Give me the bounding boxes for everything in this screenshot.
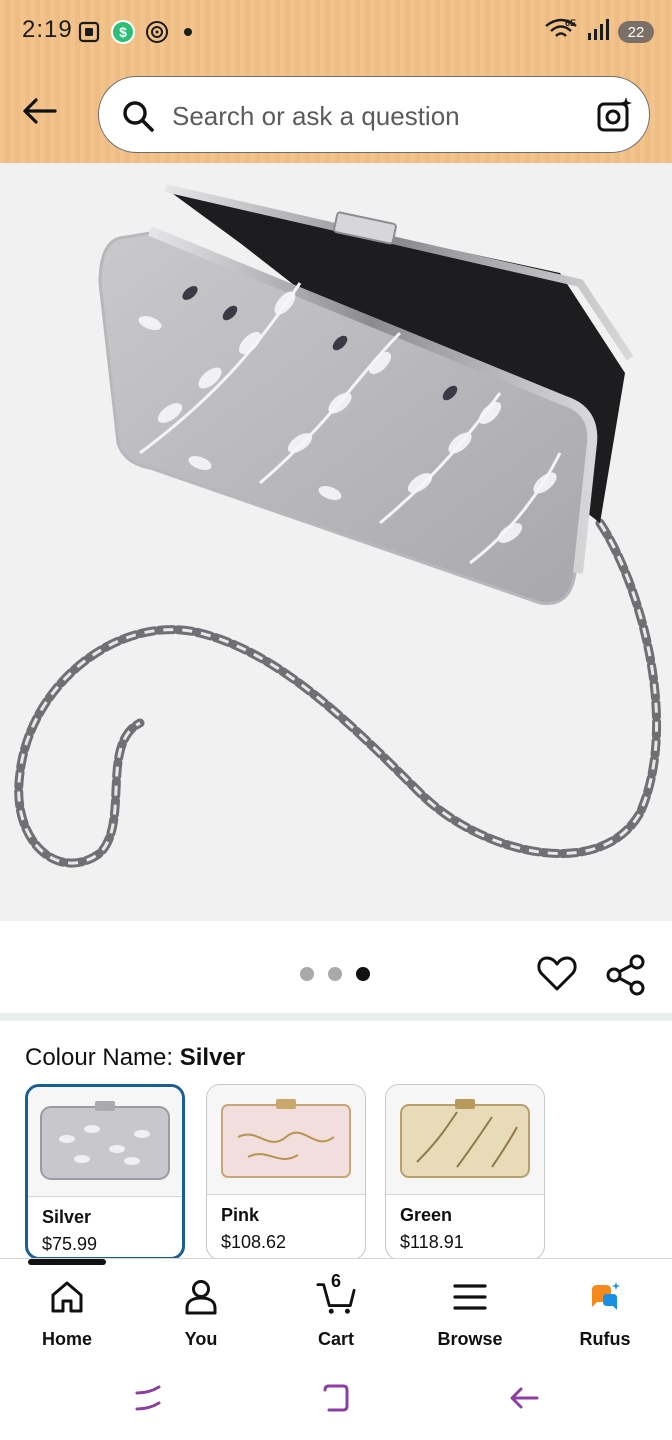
image-pagination <box>300 967 370 981</box>
back-system-button[interactable] <box>504 1378 544 1418</box>
battery-indicator: 22 <box>618 21 654 43</box>
screenshot-icon <box>76 19 102 45</box>
share-icon <box>606 954 645 996</box>
colour-swatch-pink[interactable]: Pink $108.62 <box>206 1084 366 1260</box>
pagination-dot-active[interactable] <box>356 967 370 981</box>
colour-label-prefix: Colour Name: <box>25 1044 180 1071</box>
rufus-icon <box>585 1277 625 1317</box>
nav-cart[interactable]: 6 Cart <box>281 1271 391 1353</box>
status-notification-icons: $ <box>76 18 192 46</box>
swatch-price: $75.99 <box>42 1234 98 1254</box>
nav-home-label: Home <box>41 1329 92 1349</box>
network-type-label: 6E <box>565 18 576 28</box>
svg-text:$: $ <box>119 24 127 40</box>
share-button[interactable] <box>604 953 648 997</box>
gallery-controls <box>0 921 672 1013</box>
clutch-bag-illustration <box>14 184 662 868</box>
signal-icon <box>586 18 610 47</box>
nav-rufus-label: Rufus <box>579 1329 631 1349</box>
bottom-navigation: Home You 6 Cart Browse Rufus <box>0 1258 672 1356</box>
swatch-name: Pink <box>221 1205 260 1225</box>
swatch-price: $118.91 <box>400 1232 464 1252</box>
notification-dot-icon <box>184 28 192 36</box>
person-icon <box>181 1277 221 1317</box>
section-divider <box>0 1013 672 1021</box>
home-system-button[interactable] <box>316 1378 356 1418</box>
swatch-image <box>28 1087 182 1197</box>
menu-icon <box>450 1277 490 1317</box>
nav-you[interactable]: You <box>146 1277 256 1353</box>
camera-icon[interactable] <box>595 95 635 135</box>
search-input[interactable] <box>172 99 572 133</box>
nav-home[interactable]: Home <box>12 1277 122 1353</box>
cart-icon: 6 <box>316 1271 356 1317</box>
pagination-dot[interactable] <box>328 967 342 981</box>
pagination-dot[interactable] <box>300 967 314 981</box>
status-system-icons: 6E 22 <box>544 16 654 48</box>
product-image[interactable] <box>0 163 672 921</box>
swatch-image <box>386 1085 544 1195</box>
dollar-app-icon: $ <box>110 19 136 45</box>
nav-cart-label: Cart <box>317 1329 354 1349</box>
wifi-icon: 6E <box>544 17 578 48</box>
status-time: 2:19 <box>22 16 73 43</box>
nav-browse[interactable]: Browse <box>415 1277 525 1353</box>
search-icon <box>123 101 154 132</box>
cart-count-badge: 6 <box>331 1271 342 1291</box>
nav-browse-label: Browse <box>437 1329 503 1349</box>
swatch-name: Green <box>400 1205 453 1225</box>
nav-you-label: You <box>184 1329 218 1349</box>
colour-swatch-green[interactable]: Green $118.91 <box>385 1084 545 1260</box>
recent-apps-button[interactable] <box>128 1378 168 1418</box>
app-header: 2:19 $ 6E 22 Search or ask a question <box>0 0 672 163</box>
home-square-icon <box>323 1384 349 1412</box>
back-button[interactable] <box>18 90 60 132</box>
swatch-image <box>207 1085 365 1195</box>
status-bar: 2:19 $ 6E 22 <box>0 0 672 64</box>
home-icon <box>47 1277 87 1317</box>
system-navigation-bar <box>0 1356 672 1440</box>
search-bar[interactable] <box>98 76 650 153</box>
selected-swatch-indicator <box>28 1259 106 1265</box>
recent-apps-icon <box>135 1385 161 1411</box>
nav-rufus[interactable]: Rufus <box>550 1277 660 1353</box>
swatch-price: $108.62 <box>221 1232 287 1252</box>
colour-swatch-silver[interactable]: Silver $75.99 <box>25 1084 185 1260</box>
back-arrow-icon <box>23 98 57 124</box>
at-sign-icon <box>144 19 170 45</box>
colour-selected-value: Silver <box>179 1044 246 1071</box>
wishlist-button[interactable] <box>536 953 578 995</box>
swatch-name: Silver <box>42 1207 92 1227</box>
heart-icon <box>537 956 577 991</box>
back-chevron-icon <box>510 1387 539 1409</box>
colour-name-label: Colour Name: Silver <box>25 1044 245 1072</box>
